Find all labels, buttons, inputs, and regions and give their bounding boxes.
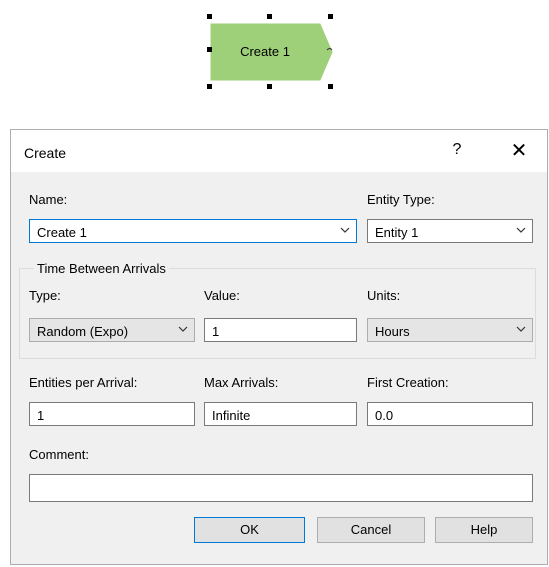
context-help-button[interactable]: ? bbox=[447, 141, 467, 159]
value-input[interactable]: 1 bbox=[204, 318, 357, 342]
first-creation-label: First Creation: bbox=[367, 375, 449, 390]
units-value: Hours bbox=[375, 324, 410, 339]
first-creation-input[interactable]: 0.0 bbox=[367, 402, 533, 426]
selection-handle[interactable] bbox=[267, 14, 272, 19]
entities-per-arrival-label: Entities per Arrival: bbox=[29, 375, 138, 390]
dialog-titlebar[interactable]: Create ? ✕ bbox=[11, 130, 547, 172]
name-combo[interactable]: Create 1 bbox=[29, 219, 357, 243]
type-combo[interactable]: Random (Expo) bbox=[29, 318, 195, 342]
module-label: Create 1 bbox=[240, 44, 290, 59]
selection-handle[interactable] bbox=[207, 14, 212, 19]
time-between-arrivals-group bbox=[19, 268, 536, 359]
selection-handle[interactable] bbox=[328, 84, 333, 89]
value-label: Value: bbox=[204, 288, 240, 303]
type-label: Type: bbox=[29, 288, 61, 303]
ok-button[interactable]: OK bbox=[194, 517, 305, 543]
selection-handle[interactable] bbox=[267, 84, 272, 89]
selection-handle[interactable] bbox=[328, 14, 333, 19]
time-between-arrivals-legend: Time Between Arrivals bbox=[34, 261, 169, 276]
help-button[interactable]: Help bbox=[435, 517, 533, 543]
selection-handle[interactable] bbox=[207, 84, 212, 89]
entities-per-arrival-value: 1 bbox=[37, 408, 45, 423]
max-arrivals-input[interactable]: Infinite bbox=[204, 402, 357, 426]
value-value: 1 bbox=[212, 324, 220, 339]
entity-type-value: Entity 1 bbox=[375, 225, 419, 240]
entity-type-label: Entity Type: bbox=[367, 192, 435, 207]
name-value: Create 1 bbox=[37, 225, 87, 240]
cancel-button[interactable]: Cancel bbox=[317, 517, 425, 543]
max-arrivals-value: Infinite bbox=[212, 408, 251, 423]
chevron-down-icon bbox=[340, 227, 350, 233]
max-arrivals-label: Max Arrivals: bbox=[204, 375, 279, 390]
chevron-down-icon bbox=[178, 326, 188, 332]
entities-per-arrival-input[interactable]: 1 bbox=[29, 402, 195, 426]
units-label: Units: bbox=[367, 288, 401, 303]
first-creation-value: 0.0 bbox=[375, 408, 394, 423]
comment-label: Comment: bbox=[29, 447, 89, 462]
chevron-down-icon bbox=[516, 326, 526, 332]
comment-input[interactable] bbox=[29, 474, 533, 502]
chevron-down-icon bbox=[516, 227, 526, 233]
close-button[interactable]: ✕ bbox=[507, 138, 531, 163]
create-dialog: Create ? ✕ Name: Create 1 Entity Type: E… bbox=[10, 129, 548, 565]
selection-handle[interactable] bbox=[207, 47, 212, 52]
dialog-title: Create bbox=[24, 145, 67, 161]
name-label: Name: bbox=[29, 192, 68, 207]
entity-type-combo[interactable]: Entity 1 bbox=[367, 219, 533, 243]
model-canvas: Create 1 Create ? ✕ Name: Create 1 Entit… bbox=[0, 0, 549, 567]
type-value: Random (Expo) bbox=[37, 324, 129, 339]
units-combo[interactable]: Hours bbox=[367, 318, 533, 342]
